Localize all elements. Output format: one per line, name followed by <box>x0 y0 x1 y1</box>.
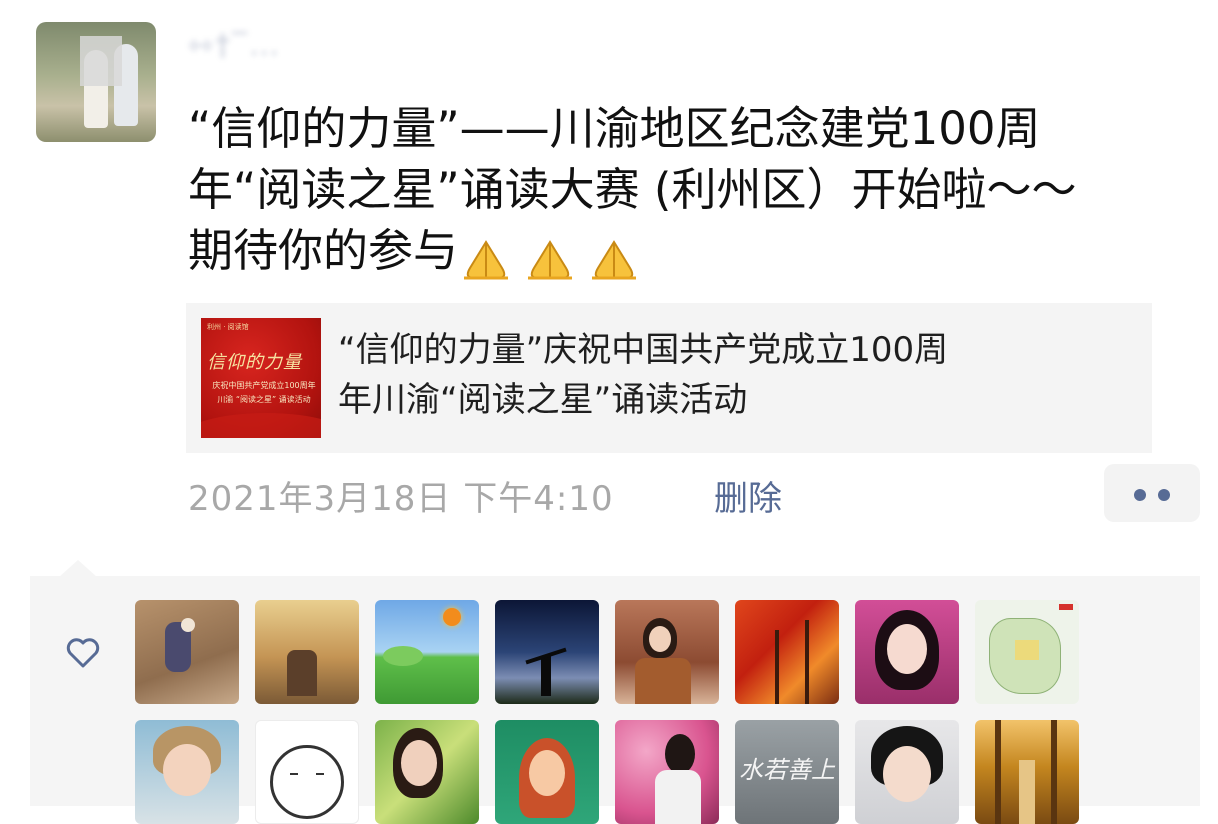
avatar-figure <box>401 740 437 786</box>
liker-avatar[interactable] <box>975 600 1079 704</box>
avatar-cartoon-eye <box>316 773 324 779</box>
avatar-hill <box>383 646 423 666</box>
thumbnail-subtitle: 庆祝中国共产党成立100周年 <box>212 381 316 390</box>
avatar-cartoon-eye <box>290 773 298 779</box>
link-title-line: “信仰的力量”庆祝中国共产党成立100周 <box>338 330 949 370</box>
liker-avatar[interactable] <box>135 600 239 704</box>
avatar-figure <box>635 658 691 704</box>
dot <box>1134 489 1146 501</box>
folded-hands-icon <box>592 240 637 280</box>
dot <box>1158 489 1170 501</box>
liker-avatar[interactable] <box>615 720 719 824</box>
liker-avatar[interactable] <box>255 720 359 824</box>
post-text-line-content: 期待你的参与 <box>188 224 459 277</box>
folded-hands-icon <box>528 240 573 280</box>
liker-avatar[interactable] <box>375 600 479 704</box>
avatar-path <box>1019 760 1035 824</box>
liker-avatar[interactable]: 水若善上 <box>735 720 839 824</box>
thumbnail-decoration <box>201 413 321 438</box>
liker-avatar[interactable] <box>135 720 239 824</box>
delete-link[interactable]: 删除 <box>714 471 782 520</box>
avatar-figure <box>163 744 211 796</box>
post-text-line: 年“阅读之星”诵读大赛 (利州区）开始啦～～ <box>188 163 1077 216</box>
liker-avatar[interactable] <box>495 600 599 704</box>
avatar-tree <box>775 630 779 704</box>
folded-hands-icon <box>464 240 509 280</box>
avatar-figure <box>649 626 671 652</box>
avatar-blur-mask <box>80 36 122 86</box>
link-thumbnail: 利州 · 阅读馆 信仰的力量 庆祝中国共产党成立100周年 川渝 “阅读之星” … <box>201 318 321 438</box>
avatar-figure <box>883 746 931 802</box>
avatar-figure <box>181 618 195 632</box>
avatar-figure <box>665 734 695 774</box>
author-name[interactable]: ⇿†‾… <box>188 28 284 76</box>
avatar-figure <box>529 750 565 796</box>
thumbnail-title: 信仰的力量 <box>207 352 302 373</box>
link-title: “信仰的力量”庆祝中国共产党成立100周 年川渝“阅读之星”诵读活动 <box>338 325 1138 425</box>
thumbnail-caption: 利州 · 阅读馆 <box>207 323 249 331</box>
more-dots-icon[interactable] <box>1104 464 1200 522</box>
post-text-line: 期待你的参与 <box>188 220 1203 287</box>
likes-panel: 水若善上 <box>30 576 1200 824</box>
avatar-map-mark <box>1059 604 1073 610</box>
liker-avatar[interactable] <box>255 600 359 704</box>
liker-avatar[interactable] <box>375 720 479 824</box>
heart-outline-icon <box>66 638 100 668</box>
post-text: “信仰的力量”——川渝地区纪念建党100周 年“阅读之星”诵读大赛 (利州区）开… <box>188 98 1203 287</box>
avatar-figure <box>541 656 551 696</box>
shared-link-card[interactable]: 利州 · 阅读馆 信仰的力量 庆祝中国共产党成立100周年 川渝 “阅读之星” … <box>186 303 1152 453</box>
avatar-figure <box>287 650 317 696</box>
avatar-figure <box>887 624 927 674</box>
post-text-line: “信仰的力量”——川渝地区纪念建党100周 <box>188 102 1041 155</box>
thumbnail-subtitle: 川渝 “阅读之星” 诵读活动 <box>217 395 311 404</box>
sun-icon <box>443 608 461 626</box>
liker-avatar[interactable] <box>735 600 839 704</box>
avatar-tree <box>1051 720 1057 824</box>
post-timestamp: 2021年3月18日 下午4:10 <box>188 479 614 519</box>
liker-avatar[interactable] <box>855 720 959 824</box>
link-title-line: 年川渝“阅读之星”诵读活动 <box>338 380 748 420</box>
avatar-tree <box>805 620 809 704</box>
liker-avatar[interactable] <box>855 600 959 704</box>
avatar-map-region <box>1015 640 1039 660</box>
avatar-stone-text: 水若善上 <box>739 756 835 784</box>
avatar-cartoon-face <box>270 745 344 819</box>
avatar-figure <box>655 770 701 824</box>
liker-avatar[interactable] <box>495 720 599 824</box>
avatar-tree <box>995 720 1001 824</box>
liker-avatar[interactable] <box>615 600 719 704</box>
liker-avatar[interactable] <box>975 720 1079 824</box>
emoji-row <box>458 226 650 287</box>
author-avatar[interactable] <box>36 22 156 142</box>
